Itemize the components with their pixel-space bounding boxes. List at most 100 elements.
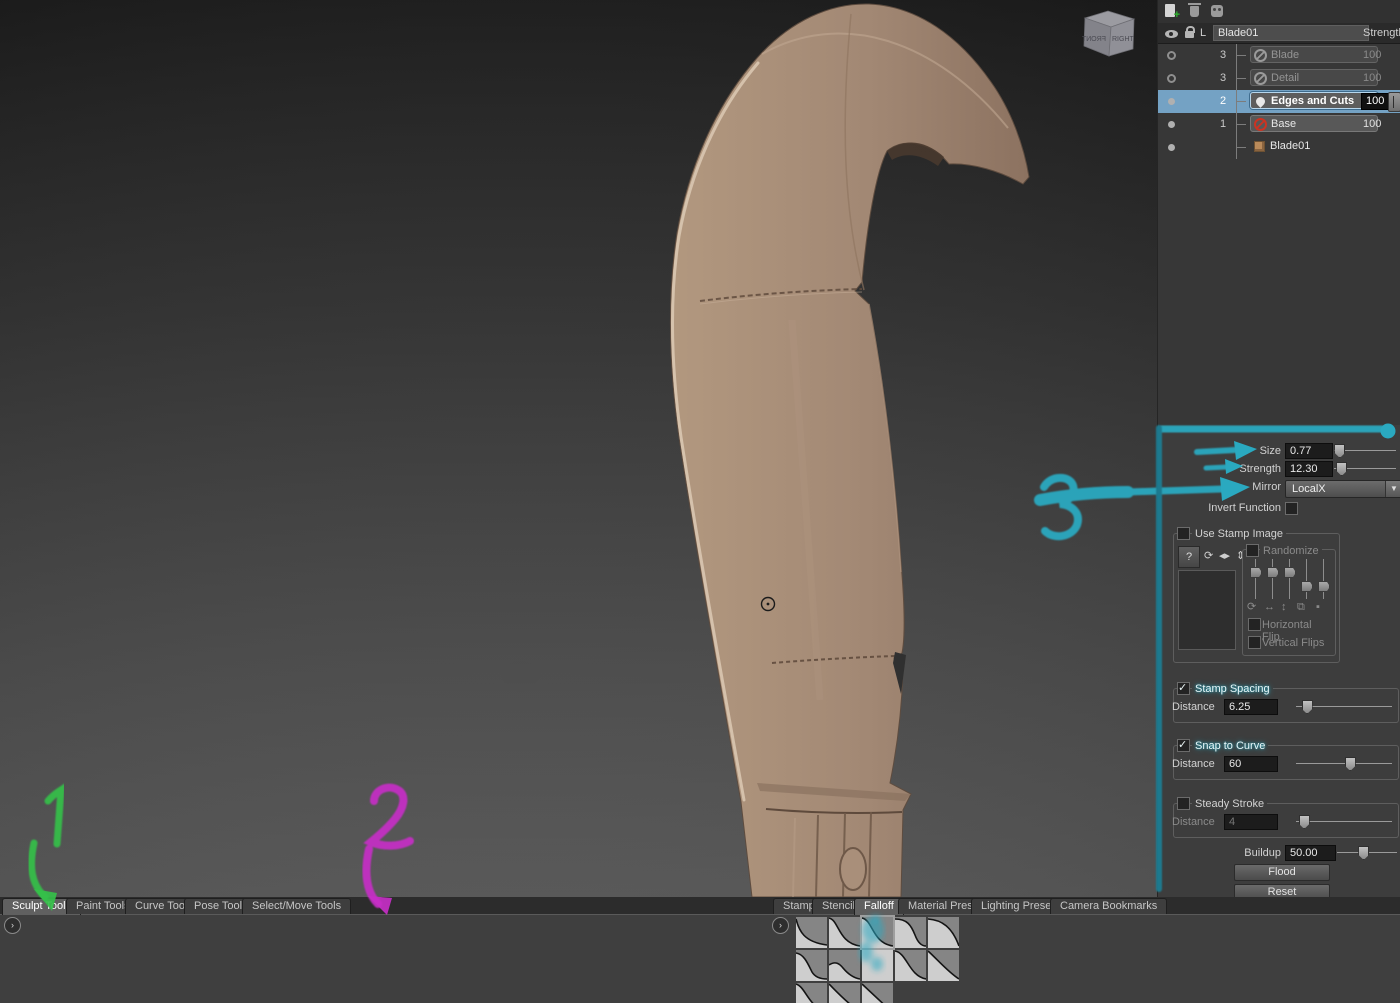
- layer-name-pill[interactable]: Detail: [1250, 69, 1378, 86]
- falloff-preset-11[interactable]: [795, 983, 827, 1003]
- layer-visibility-toggle[interactable]: [1167, 74, 1176, 83]
- snap-to-curve-slider[interactable]: [1296, 756, 1392, 771]
- stamp-spacing-checkbox[interactable]: [1177, 681, 1190, 695]
- layer-row[interactable]: 1 Base 100: [1158, 113, 1400, 136]
- slider-handle[interactable]: [1358, 846, 1370, 860]
- falloff-preset-13[interactable]: [861, 983, 893, 1003]
- delete-layer-button[interactable]: [1187, 3, 1204, 20]
- layer-name-label: Base: [1271, 118, 1297, 130]
- stamp-preview: [1178, 570, 1236, 650]
- randomize-checkbox[interactable]: [1246, 544, 1259, 557]
- steady-stroke-label: Steady Stroke: [1192, 798, 1268, 810]
- randomize-stop-icon[interactable]: ▪: [1316, 601, 1320, 613]
- falloff-preset-10[interactable]: [927, 950, 960, 981]
- drop-layer-icon: [1254, 95, 1267, 108]
- invert-function-checkbox[interactable]: [1285, 502, 1298, 515]
- stamp-spacing-label: Stamp Spacing: [1192, 683, 1273, 695]
- falloff-preset-12[interactable]: [828, 983, 860, 1003]
- layer-strength-handle[interactable]: [1388, 92, 1400, 112]
- falloff-curve-thumb: [927, 917, 960, 948]
- layer-visibility-toggle[interactable]: [1168, 144, 1175, 151]
- layer-row[interactable]: 2 Edges and Cuts 100: [1158, 90, 1400, 113]
- layer-name-pill[interactable]: Blade: [1250, 46, 1378, 63]
- falloff-curve-thumb: [861, 983, 893, 1003]
- randomize-slider[interactable]: [1250, 559, 1262, 599]
- falloff-preset-9[interactable]: [894, 950, 927, 981]
- stamp-spacing-distance-label: Distance: [1172, 701, 1215, 713]
- stamp-hflip-icon[interactable]: ◂▸: [1219, 550, 1230, 562]
- layer-name-pill[interactable]: Blade01: [1250, 138, 1378, 155]
- randomize-slider[interactable]: [1301, 559, 1313, 599]
- layer-strength-value: 100: [1363, 72, 1382, 84]
- disabled-glyph: [1254, 49, 1267, 62]
- falloff-preset-8[interactable]: [862, 950, 893, 981]
- slider-handle[interactable]: [1336, 462, 1348, 476]
- randomize-vrange-icon[interactable]: ↕: [1281, 601, 1287, 613]
- tool-tray-expander[interactable]: ›: [4, 917, 21, 934]
- lock-column-icon: [1185, 26, 1195, 38]
- no-glyph: [1254, 118, 1267, 131]
- layer-name-pill[interactable]: Edges and Cuts: [1250, 92, 1378, 109]
- steady-stroke-checkbox[interactable]: [1177, 797, 1190, 810]
- slider-handle[interactable]: [1344, 757, 1356, 771]
- randomize-slider[interactable]: [1318, 559, 1330, 599]
- randomize-slider[interactable]: [1284, 559, 1296, 599]
- buildup-slider[interactable]: [1337, 845, 1397, 860]
- size-slider[interactable]: [1334, 443, 1396, 458]
- falloff-preset-3[interactable]: [860, 915, 895, 950]
- steady-stroke-slider[interactable]: [1296, 814, 1392, 829]
- use-stamp-image-checkbox[interactable]: [1177, 527, 1190, 540]
- randomize-hrange-icon[interactable]: ↔: [1264, 601, 1275, 613]
- viewport-3d[interactable]: FRONT RIGHT: [0, 0, 1157, 900]
- snap-to-curve-field[interactable]: 60: [1224, 756, 1278, 772]
- layer-visibility-toggle[interactable]: [1167, 51, 1176, 60]
- falloff-preset-6[interactable]: [795, 950, 828, 981]
- stamp-spacing-field[interactable]: 6.25: [1224, 699, 1278, 715]
- tab-falloff[interactable]: Falloff: [854, 898, 904, 915]
- layer-strength-value: 100: [1363, 118, 1382, 130]
- reset-button[interactable]: Reset: [1234, 884, 1330, 897]
- vertical-flips-checkbox[interactable]: [1248, 636, 1261, 649]
- size-field[interactable]: 0.77: [1285, 443, 1333, 459]
- sculpt-scene: FRONT RIGHT: [0, 0, 1157, 897]
- layer-visibility-toggle[interactable]: [1168, 121, 1175, 128]
- layer-row[interactable]: Blade01: [1158, 136, 1400, 159]
- stamp-spacing-slider[interactable]: [1296, 699, 1392, 714]
- slider-handle[interactable]: [1298, 815, 1310, 829]
- preset-tray-expander[interactable]: ›: [772, 917, 789, 934]
- buildup-field[interactable]: 50.00: [1285, 845, 1336, 861]
- stamp-picker-button[interactable]: ?: [1178, 546, 1200, 568]
- layer-visibility-toggle[interactable]: [1168, 98, 1175, 105]
- randomize-rotate-icon[interactable]: ⟳: [1247, 601, 1256, 613]
- slider-handle[interactable]: [1334, 444, 1346, 458]
- horizontal-flip-checkbox[interactable]: [1248, 618, 1261, 631]
- layer-name-pill[interactable]: Base: [1250, 115, 1378, 132]
- mask-layer-button[interactable]: [1209, 4, 1226, 20]
- slider-handle[interactable]: [1301, 700, 1313, 714]
- bottom-tray: Sculpt Tools Paint Tools Curve Tools Pose T…: [0, 897, 1400, 1003]
- falloff-preset-2[interactable]: [828, 917, 861, 948]
- flood-button[interactable]: Flood: [1234, 864, 1330, 881]
- snap-to-curve-checkbox[interactable]: [1177, 738, 1190, 752]
- new-layer-button[interactable]: [1164, 4, 1181, 21]
- falloff-preset-5[interactable]: [927, 917, 960, 948]
- tab-camera-bookmarks[interactable]: Camera Bookmarks: [1050, 898, 1168, 914]
- randomize-slider[interactable]: [1267, 559, 1279, 599]
- falloff-curve-thumb: [828, 917, 861, 948]
- steady-stroke-field[interactable]: 4: [1224, 814, 1278, 830]
- randomize-image-icon[interactable]: ⧉: [1297, 601, 1305, 613]
- stamp-rotate-icon[interactable]: ⟳: [1204, 550, 1213, 562]
- mask-layer-icon: [1211, 5, 1223, 17]
- strength-slider[interactable]: [1334, 461, 1396, 476]
- tab-select-move-tools[interactable]: Select/Move Tools: [242, 898, 352, 914]
- falloff-preset-4[interactable]: [894, 917, 927, 948]
- layer-row[interactable]: 3 Blade 100: [1158, 44, 1400, 67]
- properties-panel: Size 0.77 Strength 12.30 Mirror LocalX ▼…: [1157, 425, 1400, 897]
- layers-toolbar: [1158, 0, 1400, 23]
- falloff-preset-7[interactable]: [828, 950, 861, 981]
- layer-set-name-field[interactable]: Blade01: [1213, 25, 1369, 41]
- mirror-dropdown[interactable]: LocalX ▼: [1285, 480, 1400, 498]
- falloff-preset-1[interactable]: [795, 917, 828, 948]
- layer-row[interactable]: 3 Detail 100: [1158, 67, 1400, 90]
- strength-field[interactable]: 12.30: [1285, 461, 1333, 477]
